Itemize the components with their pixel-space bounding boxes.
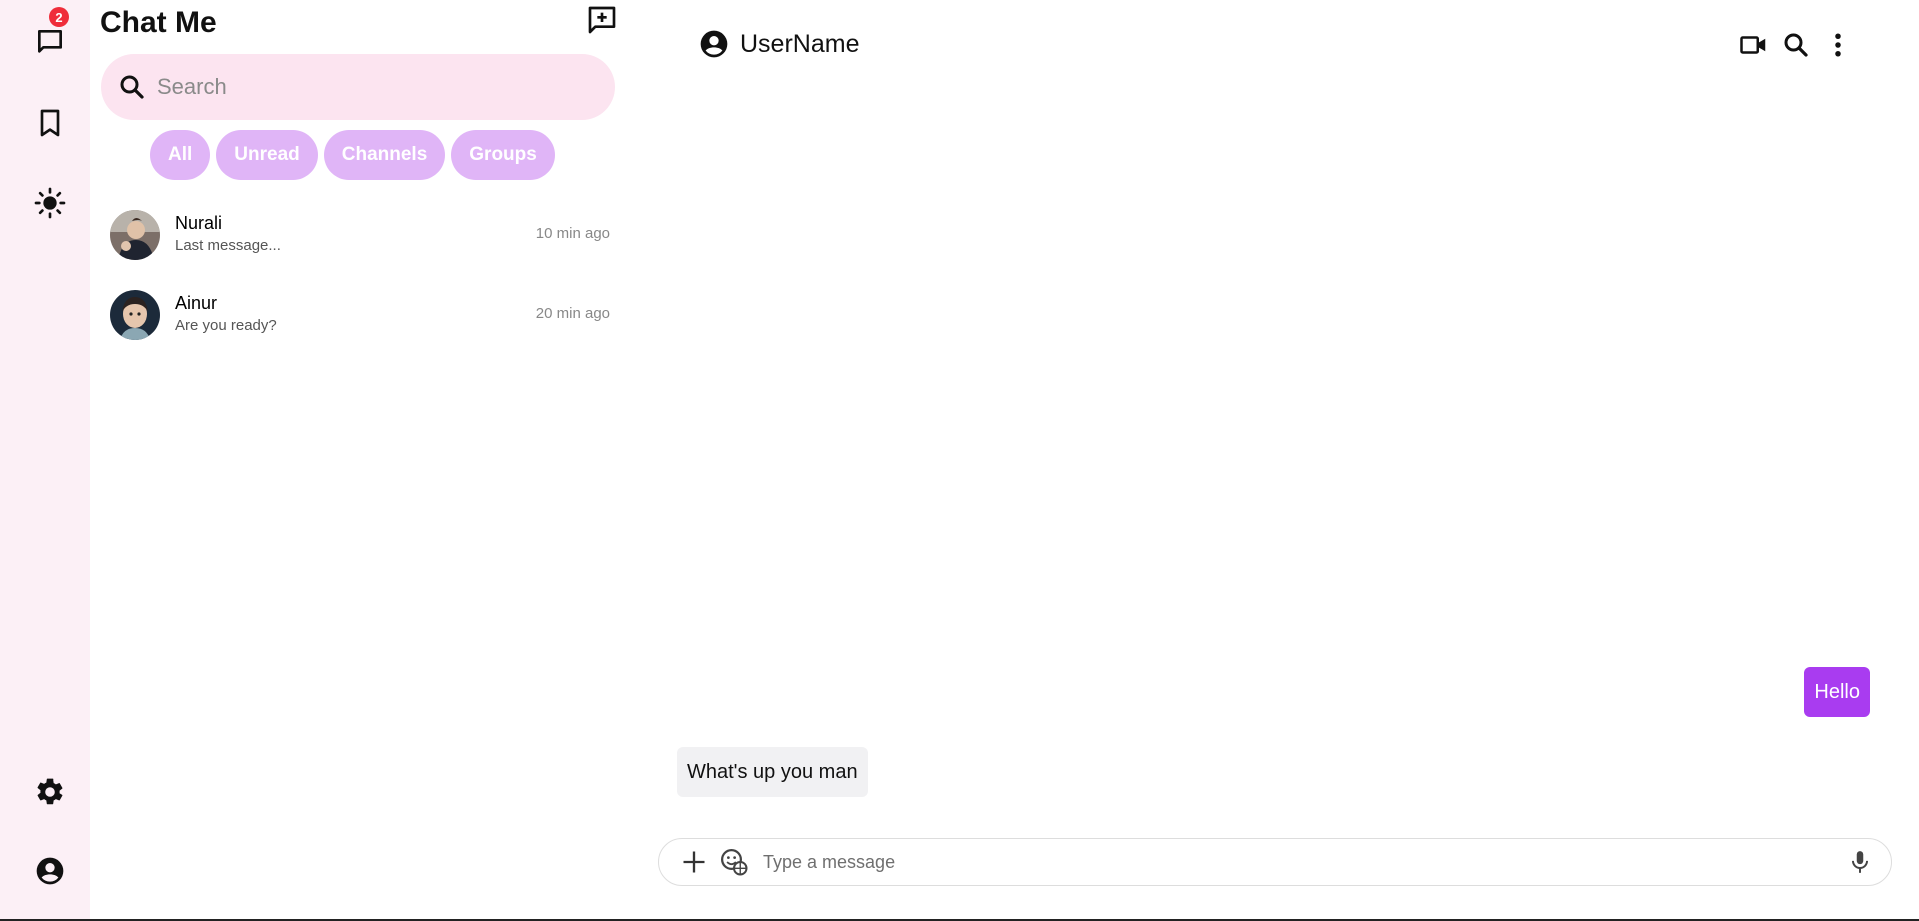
- contact-photo-icon: [110, 210, 160, 260]
- sun-icon: [34, 187, 66, 219]
- chats-nav-button[interactable]: 2: [25, 7, 75, 67]
- chat-list-panel: Chat Me All Unread Channels Groups: [90, 0, 630, 921]
- filter-channels[interactable]: Channels: [323, 130, 446, 180]
- bookmark-icon: [40, 109, 60, 137]
- contact-name: Nurali: [175, 213, 223, 233]
- gear-icon: [37, 778, 63, 805]
- profile-nav-button[interactable]: [25, 846, 75, 896]
- filter-groups[interactable]: Groups: [451, 130, 555, 180]
- account-circle-icon: [36, 857, 64, 885]
- microphone-icon: [1851, 851, 1869, 873]
- incoming-message: What's up you man: [677, 747, 868, 797]
- search-icon: [1784, 33, 1808, 57]
- avatar: [110, 290, 160, 340]
- filter-all[interactable]: All: [150, 130, 211, 180]
- theme-toggle-button[interactable]: [25, 178, 75, 228]
- avatar: [110, 210, 160, 260]
- filter-chips: All Unread Channels Groups: [150, 130, 555, 180]
- outgoing-message: Hello: [1804, 667, 1870, 717]
- message-time: 10 min ago: [535, 225, 610, 242]
- app-title: Chat Me: [100, 6, 217, 39]
- conversation-username: UserName: [740, 29, 860, 58]
- icon-rail: 2: [0, 0, 90, 921]
- chat-list-item[interactable]: Ainur Are you ready? 20 min ago: [110, 280, 610, 350]
- filter-unread[interactable]: Unread: [216, 130, 318, 180]
- unread-badge: 2: [49, 7, 69, 27]
- search-icon: [120, 75, 144, 99]
- account-circle-icon: [700, 30, 728, 58]
- voice-message-button[interactable]: [1843, 845, 1877, 879]
- more-vertical-icon: [1835, 33, 1841, 57]
- last-message-preview: Are you ready?: [175, 317, 277, 334]
- chat-bubble-icon: [38, 30, 62, 53]
- search-bar: [101, 54, 615, 120]
- message-time: 20 min ago: [535, 305, 610, 322]
- emoji-sticker-button[interactable]: [717, 845, 751, 879]
- conversation-panel: UserName Hello What's up you man: [630, 0, 1919, 921]
- chat-list-item[interactable]: Nurali Last message... 10 min ago: [110, 200, 610, 270]
- attach-button[interactable]: [677, 845, 711, 879]
- new-chat-button[interactable]: [586, 4, 618, 36]
- settings-nav-button[interactable]: [25, 767, 75, 817]
- conversation-header-user[interactable]: UserName: [698, 28, 859, 60]
- search-input[interactable]: [155, 73, 579, 101]
- conversation-actions: [1739, 30, 1853, 60]
- message-composer: [658, 838, 1892, 886]
- last-message-preview: Last message...: [175, 237, 281, 254]
- emoji-icon: [721, 849, 748, 876]
- message-input[interactable]: [761, 850, 1843, 874]
- video-call-button[interactable]: [1739, 30, 1769, 60]
- saved-nav-button[interactable]: [25, 98, 75, 148]
- plus-icon: [683, 851, 705, 873]
- contact-name: Ainur: [175, 293, 218, 313]
- video-camera-icon: [1740, 36, 1766, 54]
- new-chat-icon: [588, 6, 616, 34]
- search-messages-button[interactable]: [1781, 30, 1811, 60]
- contact-photo-icon: [110, 290, 160, 340]
- more-options-button[interactable]: [1823, 30, 1853, 60]
